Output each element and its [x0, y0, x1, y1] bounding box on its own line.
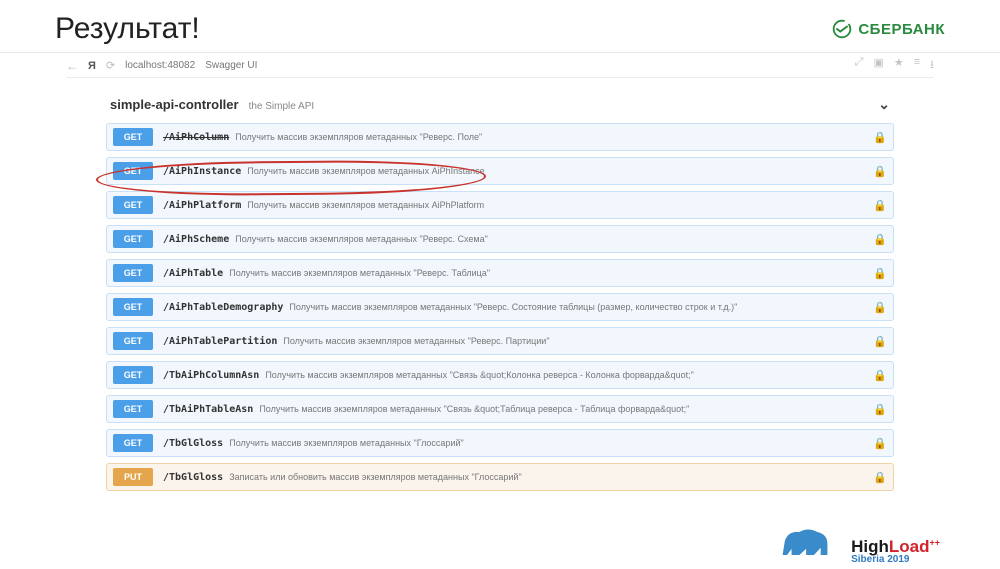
- op-path: /AiPhScheme: [163, 234, 229, 245]
- sber-text: СБЕРБАНК: [858, 21, 945, 38]
- star-icon[interactable]: ★: [894, 56, 904, 75]
- method-badge: GET: [113, 196, 153, 214]
- lock-icon[interactable]: 🔒: [873, 131, 887, 144]
- lock-icon[interactable]: 🔒: [873, 233, 887, 246]
- highload-logo: HighLoad++ Siberia 2019: [851, 538, 940, 565]
- op-path: /AiPhColumn: [163, 132, 229, 143]
- op-desc: Получить массив экземпляров метаданных "…: [265, 370, 693, 380]
- highload-sub: Siberia 2019: [851, 555, 940, 565]
- reload-icon[interactable]: ⟳: [106, 59, 115, 72]
- op-desc: Получить массив экземпляров метаданных "…: [235, 132, 482, 142]
- op-desc: Получить массив экземпляров метаданных A…: [247, 166, 484, 176]
- op-path: /AiPhTableDemography: [163, 302, 283, 313]
- op-path: /AiPhInstance: [163, 166, 241, 177]
- op-path: /TbAiPhColumnAsn: [163, 370, 259, 381]
- bookmark-icon[interactable]: ▣: [873, 56, 883, 75]
- opblock-aiphtabledemography[interactable]: GET /AiPhTableDemography Получить массив…: [106, 293, 894, 321]
- download-icon[interactable]: ⭳: [930, 56, 934, 75]
- op-desc: Получить массив экземпляров метаданных A…: [247, 200, 484, 210]
- sber-icon: [832, 19, 852, 39]
- bear-icon: [777, 522, 833, 565]
- op-path: /TbAiPhTableAsn: [163, 404, 253, 415]
- op-desc: Получить массив экземпляров метаданных "…: [289, 302, 737, 312]
- slide-header: Результат! СБЕРБАНК: [0, 0, 1000, 52]
- chevron-down-icon[interactable]: ⌄: [878, 96, 890, 113]
- op-path: /TbGlGloss: [163, 438, 223, 449]
- footer-logos: HighLoad++ Siberia 2019: [777, 522, 940, 565]
- opblock-tbaiphtableasn[interactable]: GET /TbAiPhTableAsn Получить массив экзе…: [106, 395, 894, 423]
- expand-icon[interactable]: ⤢: [855, 56, 864, 75]
- opblock-aiphtable[interactable]: GET /AiPhTable Получить массив экземпляр…: [106, 259, 894, 287]
- op-path: /AiPhTablePartition: [163, 336, 277, 347]
- lock-icon[interactable]: 🔒: [873, 335, 887, 348]
- op-desc: Получить массив экземпляров метаданных "…: [259, 404, 689, 414]
- method-badge: GET: [113, 264, 153, 282]
- menu-icon[interactable]: ≡: [914, 56, 920, 75]
- toolbar-right: ⤢ ▣ ★ ≡ ⭳: [855, 56, 934, 75]
- lock-icon[interactable]: 🔒: [873, 267, 887, 280]
- opblock-tbglgloss-put[interactable]: PUT /TbGlGloss Записать или обновить мас…: [106, 463, 894, 491]
- lock-icon[interactable]: 🔒: [873, 437, 887, 450]
- url-host[interactable]: localhost:48082: [125, 60, 195, 71]
- lock-icon[interactable]: 🔒: [873, 369, 887, 382]
- opblock-aiphcolumn[interactable]: GET /AiPhColumn Получить массив экземпля…: [106, 123, 894, 151]
- method-badge: GET: [113, 162, 153, 180]
- op-path: /AiPhTable: [163, 268, 223, 279]
- controller-header[interactable]: simple-api-controller the Simple API ⌄: [106, 90, 894, 123]
- url-title: Swagger UI: [205, 60, 257, 71]
- method-badge: GET: [113, 298, 153, 316]
- op-desc: Получить массив экземпляров метаданных "…: [229, 268, 490, 278]
- divider: [0, 52, 1000, 53]
- controller-desc: the Simple API: [249, 101, 315, 112]
- op-desc: Записать или обновить массив экземпляров…: [229, 472, 521, 482]
- yandex-badge[interactable]: Я: [88, 60, 96, 72]
- slide-title: Результат!: [55, 12, 200, 46]
- opblock-aiphscheme[interactable]: GET /AiPhScheme Получить массив экземпля…: [106, 225, 894, 253]
- method-badge: GET: [113, 366, 153, 384]
- method-badge: PUT: [113, 468, 153, 486]
- plus-text: ++: [929, 537, 940, 547]
- sberbank-logo: СБЕРБАНК: [832, 19, 945, 39]
- lock-icon[interactable]: 🔒: [873, 199, 887, 212]
- opblock-tbglgloss-get[interactable]: GET /TbGlGloss Получить массив экземпляр…: [106, 429, 894, 457]
- op-desc: Получить массив экземпляров метаданных "…: [229, 438, 463, 448]
- method-badge: GET: [113, 400, 153, 418]
- opblock-tbaiphcolumnasn[interactable]: GET /TbAiPhColumnAsn Получить массив экз…: [106, 361, 894, 389]
- op-desc: Получить массив экземпляров метаданных "…: [283, 336, 549, 346]
- method-badge: GET: [113, 128, 153, 146]
- method-badge: GET: [113, 434, 153, 452]
- opblock-aiphinstance[interactable]: GET /AiPhInstance Получить массив экземп…: [106, 157, 894, 185]
- back-icon[interactable]: ←: [66, 59, 78, 73]
- opblock-aiphtablepartition[interactable]: GET /AiPhTablePartition Получить массив …: [106, 327, 894, 355]
- lock-icon[interactable]: 🔒: [873, 165, 887, 178]
- op-desc: Получить массив экземпляров метаданных "…: [235, 234, 488, 244]
- op-path: /TbGlGloss: [163, 472, 223, 483]
- method-badge: GET: [113, 332, 153, 350]
- method-badge: GET: [113, 230, 153, 248]
- lock-icon[interactable]: 🔒: [873, 301, 887, 314]
- browser-address-bar: ← Я ⟳ localhost:48082 Swagger UI ⤢ ▣ ★ ≡…: [66, 56, 934, 78]
- controller-name: simple-api-controller: [110, 97, 239, 112]
- swagger-panel: simple-api-controller the Simple API ⌄ G…: [66, 84, 934, 491]
- lock-icon[interactable]: 🔒: [873, 403, 887, 416]
- op-path: /AiPhPlatform: [163, 200, 241, 211]
- lock-icon[interactable]: 🔒: [873, 471, 887, 484]
- opblock-aiphplatform[interactable]: GET /AiPhPlatform Получить массив экземп…: [106, 191, 894, 219]
